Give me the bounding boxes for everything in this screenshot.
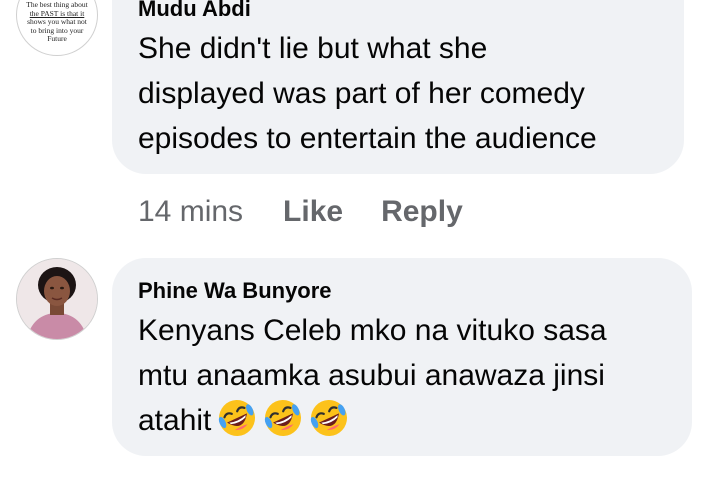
comment-text-line: episodes to entertain the audience [138,122,597,155]
rolling-on-floor-laughing-emoji [311,400,348,437]
emoji-group [217,398,349,438]
comment-author[interactable]: Mudu Abdi [138,0,251,22]
comment-text-line: mtu anaamka asubui anawaza jinsi [138,359,605,392]
comment-text-line: Kenyans Celeb mko na vituko sasa [138,314,607,347]
avatar-quote-text: The best thing about the PAST is that it… [17,0,97,44]
avatar[interactable]: The best thing about the PAST is that it… [16,0,98,56]
comment-text: Kenyans Celeb mko na vituko sasa mtu ana… [138,308,607,443]
like-button[interactable]: Like [283,192,343,232]
comment-text-line: atahit [138,398,607,443]
rolling-on-floor-laughing-emoji [219,400,256,437]
avatar[interactable] [16,258,98,340]
comment-text-line: She didn't lie but what she [138,32,488,65]
comment-timestamp[interactable]: 14 mins [138,192,243,232]
comment-text: She didn't lie but what she displayed wa… [138,26,597,161]
comment-text-fragment: atahit [138,404,212,437]
reply-button[interactable]: Reply [381,192,463,232]
rolling-on-floor-laughing-emoji [265,400,302,437]
avatar-quote-line: Future [47,34,67,43]
comment-actions: 14 mins Like Reply [138,192,463,232]
comment-text-line: displayed was part of her comedy [138,77,585,110]
avatar-photo [17,259,97,339]
comment-author[interactable]: Phine Wa Bunyore [138,278,332,304]
